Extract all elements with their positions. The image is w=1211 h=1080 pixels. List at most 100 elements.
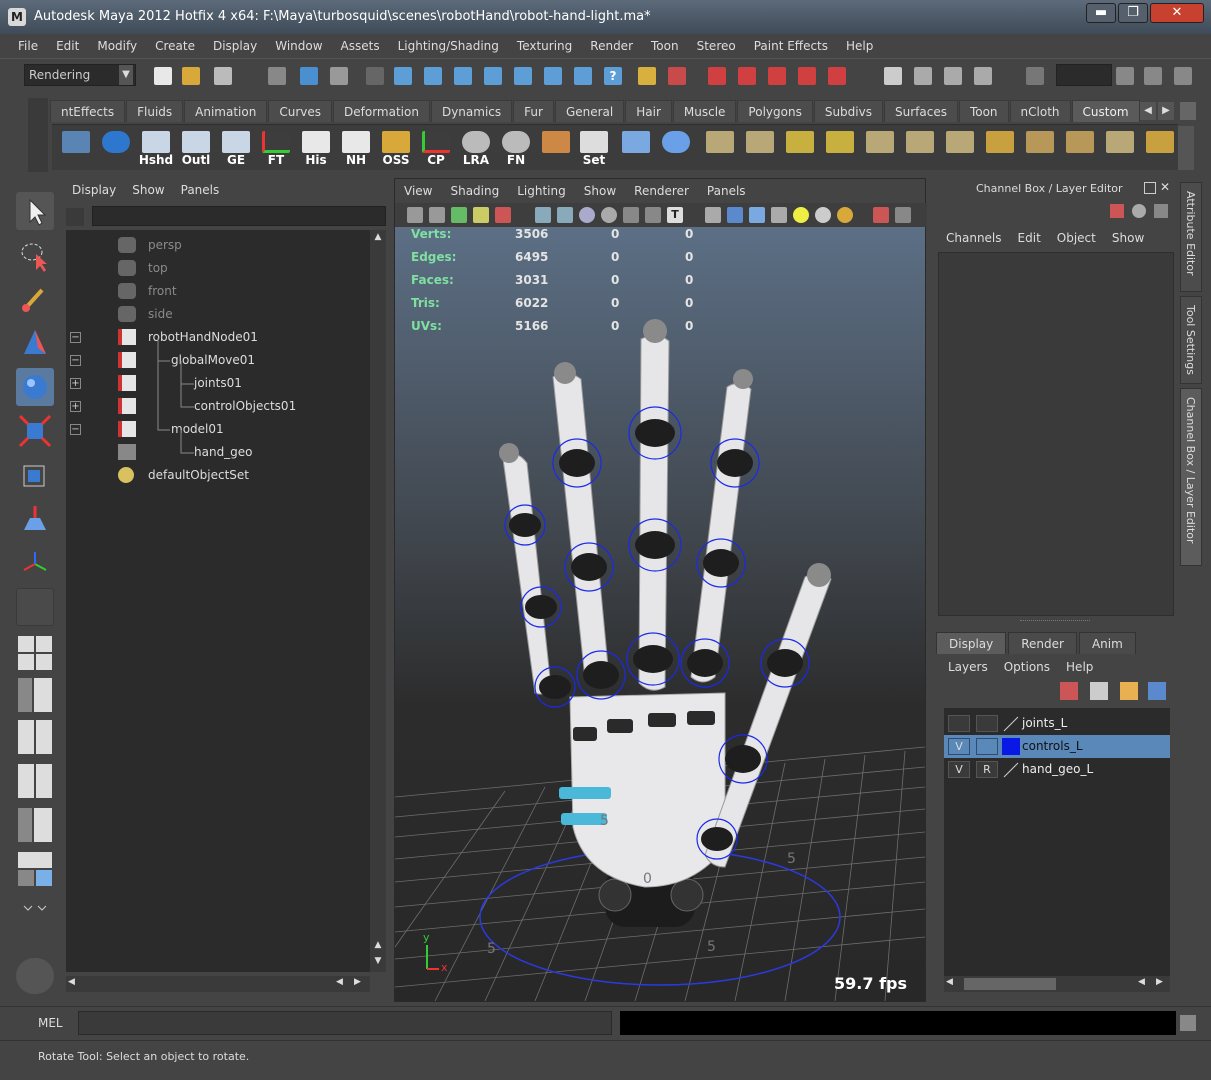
select-tool-icon[interactable] xyxy=(16,192,54,230)
magnet-live-icon[interactable] xyxy=(828,67,846,85)
outliner-horizontal-scrollbar[interactable]: ◀ ◀ ▶ xyxy=(66,976,370,992)
save-scene-icon[interactable] xyxy=(214,67,232,85)
shelf-freeze-transform-button[interactable]: FT xyxy=(258,129,294,167)
shelf-tab-surfaces[interactable]: Surfaces xyxy=(883,100,958,122)
camera-attributes-icon[interactable] xyxy=(429,207,445,223)
maya-app-icon[interactable]: M xyxy=(8,8,26,26)
menu-help[interactable]: Help xyxy=(837,34,882,58)
new-layer-from-selection-icon[interactable] xyxy=(1060,682,1078,700)
viewport-menu-lighting[interactable]: Lighting xyxy=(508,179,575,203)
text-icon[interactable]: T xyxy=(667,207,683,223)
help-icon[interactable]: ? xyxy=(604,67,622,85)
layer-tab-display[interactable]: Display xyxy=(936,632,1007,654)
viewport-canvas[interactable]: Verts: 3506 0 0 Edges: 6495 0 0 Faces: 3031 0 0 T… xyxy=(395,227,925,1001)
make-live-icon[interactable] xyxy=(514,67,532,85)
layout-four-view-icon[interactable] xyxy=(16,634,54,672)
layer-display-type-toggle[interactable]: R xyxy=(976,761,998,778)
magnet-plane-icon[interactable] xyxy=(798,67,816,85)
shelf-lra-button[interactable]: LRA xyxy=(458,129,494,167)
shelf-tab-painteffects[interactable]: ntEffects xyxy=(50,100,126,122)
pick-walk-icon[interactable] xyxy=(1154,204,1168,218)
viewport-menu-renderer[interactable]: Renderer xyxy=(625,179,698,203)
shelf-tool-h-button[interactable] xyxy=(982,129,1018,167)
filter-icon[interactable] xyxy=(66,208,84,226)
layer-display-type-toggle[interactable] xyxy=(976,715,998,732)
shelf-tab-polygons[interactable]: Polygons xyxy=(737,100,813,122)
outliner-item-front[interactable]: front xyxy=(66,280,370,303)
menu-window[interactable]: Window xyxy=(266,34,331,58)
layer-tab-render[interactable]: Render xyxy=(1008,632,1077,654)
more-options-icon[interactable] xyxy=(895,207,911,223)
layout-outliner-persp-icon[interactable] xyxy=(16,806,54,844)
outliner-menu-panels[interactable]: Panels xyxy=(173,178,228,202)
chevron-down-icon[interactable]: ▼ xyxy=(119,65,133,85)
snap-curve-icon[interactable] xyxy=(424,67,442,85)
outliner-vertical-scrollbar[interactable]: ▲ ▲ ▼ xyxy=(370,230,386,972)
channel-box-tab[interactable]: Channel Box / Layer Editor xyxy=(1180,388,1202,566)
show-menu[interactable]: Show xyxy=(1104,226,1152,250)
outliner-item-side[interactable]: side xyxy=(66,303,370,326)
outliner-item-persp[interactable]: persp xyxy=(66,234,370,257)
shelf-tab-fur[interactable]: Fur xyxy=(513,100,554,122)
universal-manipulator-icon[interactable] xyxy=(16,456,54,494)
magnet-curve-icon[interactable] xyxy=(738,67,756,85)
expand-icon[interactable]: + xyxy=(70,378,81,389)
shelf-check-button[interactable] xyxy=(98,129,134,167)
film-gate-icon[interactable] xyxy=(557,207,573,223)
outliner-item-top[interactable]: top xyxy=(66,257,370,280)
last-tool-used-icon[interactable] xyxy=(16,588,54,626)
image-plane-icon[interactable] xyxy=(473,207,489,223)
outliner-item-defaultobjectset[interactable]: defaultObjectSet xyxy=(66,464,370,487)
scroll-left-icon[interactable]: ◀ xyxy=(946,977,953,987)
all-lights-icon[interactable] xyxy=(815,207,831,223)
shelf-tool-b-button[interactable] xyxy=(742,129,778,167)
menu-create[interactable]: Create xyxy=(146,34,204,58)
script-language-toggle[interactable]: MEL xyxy=(38,1016,63,1030)
axis-gizmo-icon[interactable] xyxy=(1110,204,1124,218)
layout-persp-graph-icon[interactable] xyxy=(16,762,54,800)
textured-cube-icon[interactable] xyxy=(749,207,765,223)
viewport-menu-shading[interactable]: Shading xyxy=(441,179,508,203)
history-icon[interactable] xyxy=(544,67,562,85)
wireframe-on-shaded-icon[interactable] xyxy=(601,207,617,223)
outliner-search-input[interactable] xyxy=(92,206,386,226)
show-manipulator-icon[interactable] xyxy=(16,544,54,582)
lock-icon[interactable] xyxy=(638,67,656,85)
shelf-cp-button[interactable]: CP xyxy=(418,129,454,167)
help-menu[interactable]: Help xyxy=(1058,656,1101,678)
menu-modify[interactable]: Modify xyxy=(88,34,146,58)
viewport-menu-panels[interactable]: Panels xyxy=(698,179,755,203)
paint-select-tool-icon[interactable] xyxy=(16,280,54,318)
attribute-editor-tab[interactable]: Attribute Editor xyxy=(1180,182,1202,292)
menu-set-dropdown[interactable]: Rendering ▼ xyxy=(24,64,136,86)
shelf-tab-subdivs[interactable]: Subdivs xyxy=(813,100,883,122)
layout-two-view-icon[interactable] xyxy=(16,718,54,756)
select-object-icon[interactable] xyxy=(300,67,318,85)
menu-edit[interactable]: Edit xyxy=(47,34,88,58)
shelf-tool-a-button[interactable] xyxy=(702,129,738,167)
shelf-tool-k-button[interactable] xyxy=(1102,129,1138,167)
shelf-tab-toon[interactable]: Toon xyxy=(958,100,1009,122)
new-scene-icon[interactable] xyxy=(154,67,172,85)
collapse-icon[interactable]: − xyxy=(70,355,81,366)
x-ray-icon[interactable] xyxy=(623,207,639,223)
outliner-menu-display[interactable]: Display xyxy=(64,178,124,202)
shelf-fn-button[interactable]: FN xyxy=(498,129,534,167)
layer-visibility-toggle[interactable]: V xyxy=(948,738,970,755)
layers-menu[interactable]: Layers xyxy=(940,656,996,678)
shelf-nh-button[interactable]: NH xyxy=(338,129,374,167)
layout-more-icon[interactable] xyxy=(16,894,54,924)
shelf-connect-button[interactable] xyxy=(618,129,654,167)
object-menu[interactable]: Object xyxy=(1049,226,1104,250)
menu-assets[interactable]: Assets xyxy=(332,34,389,58)
scroll-up-icon[interactable]: ▲ xyxy=(372,232,384,244)
menu-display[interactable]: Display xyxy=(204,34,266,58)
shelf-history-button[interactable]: His xyxy=(298,129,334,167)
snap-grid-icon[interactable] xyxy=(394,67,412,85)
move-layer-down-icon[interactable] xyxy=(1148,682,1166,700)
shelf-tab-muscle[interactable]: Muscle xyxy=(672,100,737,122)
shelf-tab-hair[interactable]: Hair xyxy=(625,100,672,122)
shelf-tool-e-button[interactable] xyxy=(862,129,898,167)
close-button[interactable]: ✕ xyxy=(1150,3,1204,23)
select-camera-icon[interactable] xyxy=(668,67,686,85)
